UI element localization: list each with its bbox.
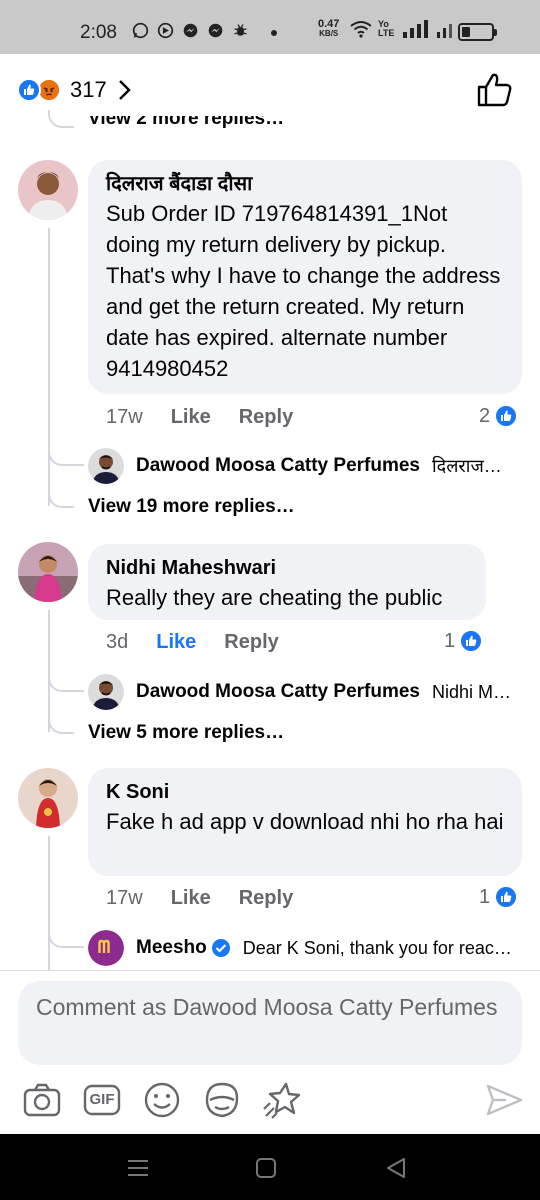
home-icon[interactable] [252, 1154, 280, 1182]
sticker-icon[interactable] [202, 1080, 242, 1120]
notification-icons [132, 22, 249, 39]
connectivity-icons: Yo LTE [350, 20, 456, 38]
reply-snippet: Dear K Soni, thank you for reac… [242, 937, 512, 958]
comment-author[interactable]: दिलराज बैंदाडा दौसा [106, 170, 504, 198]
reply-author[interactable]: Meesho [136, 937, 207, 959]
meesho-logo[interactable] [88, 930, 124, 966]
reply-snippet: दिलराज… [432, 456, 502, 476]
like-icon[interactable] [17, 78, 41, 102]
thread-line [48, 836, 50, 970]
comment-bubble[interactable]: Nidhi Maheshwari Really they are cheatin… [88, 544, 486, 620]
comment-actions: 17w Like Reply [106, 887, 293, 910]
volte-label: Yo LTE [378, 19, 395, 38]
comment-thread: View 2 more replies… दिलराज बैंदाडा दौसा… [0, 110, 540, 970]
signal-icon [437, 24, 452, 38]
like-button[interactable]: Like [171, 406, 211, 429]
thread-line [48, 228, 50, 506]
bug-icon [234, 24, 247, 36]
gif-label: GIF [89, 1091, 115, 1108]
like-icon [494, 885, 519, 909]
reply-author[interactable]: Dawood Moosa Catty Perfumes [136, 455, 420, 477]
menu-icon[interactable] [124, 1154, 152, 1182]
thread-connector [48, 110, 74, 128]
avatar-sticker-icon[interactable] [262, 1080, 302, 1120]
comment-text: Sub Order ID 719764814391_1Not doing my … [106, 201, 501, 381]
back-icon[interactable] [382, 1154, 410, 1182]
wifi-icon [350, 21, 372, 38]
battery-level [462, 27, 470, 37]
status-bar: 2:08 0.47 KB/S Yo LTE [0, 0, 540, 54]
avatar[interactable] [88, 674, 124, 710]
comment-time[interactable]: 3d [106, 631, 128, 654]
thread-connector [48, 654, 84, 692]
view-more-replies-link[interactable]: View 2 more replies… [88, 116, 284, 130]
reply-button[interactable]: Reply [239, 406, 293, 429]
comment-bubble[interactable]: दिलराज बैंदाडा दौसा Sub Order ID 7197648… [88, 160, 522, 394]
comment-time[interactable]: 17w [106, 406, 143, 429]
send-icon[interactable] [484, 1080, 524, 1120]
messenger-icon [208, 23, 223, 38]
avatar[interactable] [18, 160, 78, 220]
comment-reaction-count[interactable]: 1 [444, 629, 484, 653]
status-time: 2:08 [80, 22, 117, 43]
comment-reaction-count[interactable]: 1 [479, 885, 519, 909]
avatar[interactable] [18, 768, 78, 828]
messenger-icon [183, 23, 198, 38]
emoji-icon[interactable] [142, 1080, 182, 1120]
comment-author[interactable]: K Soni [106, 778, 504, 806]
thread-connector [48, 706, 74, 734]
comment-reaction-count[interactable]: 2 [479, 404, 519, 428]
reply-button[interactable]: Reply [224, 631, 278, 654]
comment-input[interactable]: Comment as Dawood Moosa Catty Perfumes [18, 981, 522, 1065]
thread-connector [48, 428, 84, 466]
thread-connector [48, 480, 74, 508]
reply-preview[interactable]: Dawood Moosa Catty Perfumes Nidhi M… [88, 674, 522, 710]
reaction-count[interactable]: 317 [70, 77, 107, 103]
avatar[interactable] [88, 448, 124, 484]
view-more-replies-link[interactable]: View 19 more replies… [88, 496, 295, 518]
comment-actions: 17w Like Reply [106, 406, 293, 429]
view-more-replies-link[interactable]: View 5 more replies… [88, 722, 284, 744]
comment-text: Fake h ad app v download nhi ho rha hai [106, 809, 504, 834]
reply-snippet: Nidhi M… [432, 681, 512, 702]
network-speed: 0.47 KB/S [318, 18, 340, 39]
system-nav-bar [0, 1134, 540, 1200]
whatsapp-icon [132, 22, 149, 39]
signal-icon [403, 20, 428, 38]
gif-icon[interactable]: GIF [82, 1080, 122, 1120]
navigation-icon [157, 22, 174, 39]
reply-preview[interactable]: Dawood Moosa Catty Perfumes दिलराज… [88, 448, 522, 484]
chevron-right-icon[interactable] [117, 78, 133, 102]
comment-actions: 3d Like Reply [106, 631, 279, 654]
camera-icon[interactable] [22, 1080, 62, 1120]
thumbs-up-icon[interactable] [476, 72, 514, 108]
like-button[interactable]: Like [171, 887, 211, 910]
avatar[interactable] [18, 542, 78, 602]
comment-bubble[interactable]: K Soni Fake h ad app v download nhi ho r… [88, 768, 522, 876]
comment-text: Really they are cheating the public [106, 585, 443, 610]
like-icon [494, 404, 519, 428]
status-dot [271, 30, 277, 36]
reply-preview[interactable]: Meesho Dear K Soni, thank you for reac… [88, 930, 522, 966]
like-button[interactable]: Like [156, 631, 196, 654]
thread-connector [48, 910, 84, 948]
like-icon [459, 629, 484, 653]
comment-author[interactable]: Nidhi Maheshwari [106, 554, 468, 582]
verified-badge-icon [211, 939, 230, 957]
reply-button[interactable]: Reply [239, 887, 293, 910]
reply-author[interactable]: Dawood Moosa Catty Perfumes [136, 681, 420, 703]
battery-icon [458, 23, 497, 41]
comment-time[interactable]: 17w [106, 887, 143, 910]
